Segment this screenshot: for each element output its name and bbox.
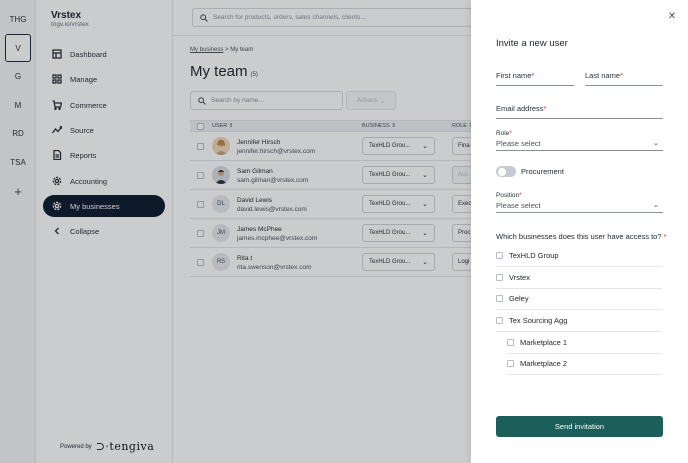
- invite-user-drawer: ✕ Invite a new user First name* Last nam…: [471, 0, 688, 463]
- procurement-toggle[interactable]: [496, 166, 516, 177]
- chevron-down-icon: ⌄: [653, 140, 659, 147]
- checkbox[interactable]: [496, 252, 503, 259]
- last-name-field[interactable]: Last name*: [585, 71, 623, 80]
- position-label: Position*: [496, 192, 522, 199]
- email-field[interactable]: Email address*: [496, 104, 546, 113]
- business-option[interactable]: Tex Sourcing Agg: [496, 310, 662, 332]
- email-underline: [496, 118, 663, 119]
- last-name-underline: [585, 85, 663, 86]
- close-icon[interactable]: ✕: [666, 10, 678, 22]
- role-underline: [496, 150, 663, 151]
- position-select[interactable]: Please select: [496, 201, 541, 210]
- procurement-label: Procurement: [521, 167, 564, 176]
- business-option[interactable]: TexHLD Group: [496, 245, 662, 267]
- business-option[interactable]: Marketplace 2: [507, 353, 662, 375]
- position-underline: [496, 212, 663, 213]
- modal-backdrop[interactable]: [0, 0, 471, 463]
- role-select[interactable]: Please select: [496, 139, 541, 148]
- business-option[interactable]: Vrstex: [496, 267, 662, 289]
- business-option[interactable]: Geley: [496, 288, 662, 310]
- businesses-question: Which businesses does this user have acc…: [496, 232, 667, 241]
- role-label: Role*: [496, 130, 512, 137]
- checkbox[interactable]: [496, 295, 503, 302]
- drawer-title: Invite a new user: [496, 38, 568, 49]
- toggle-knob: [497, 167, 506, 176]
- send-invitation-button[interactable]: Send invitation: [496, 416, 663, 437]
- chevron-down-icon: ⌄: [653, 202, 659, 209]
- first-name-underline: [496, 85, 574, 86]
- checkbox[interactable]: [496, 317, 503, 324]
- checkbox[interactable]: [507, 339, 514, 346]
- checkbox[interactable]: [496, 274, 503, 281]
- first-name-field[interactable]: First name*: [496, 71, 534, 80]
- checkbox[interactable]: [507, 360, 514, 367]
- business-option[interactable]: Marketplace 1: [507, 332, 662, 354]
